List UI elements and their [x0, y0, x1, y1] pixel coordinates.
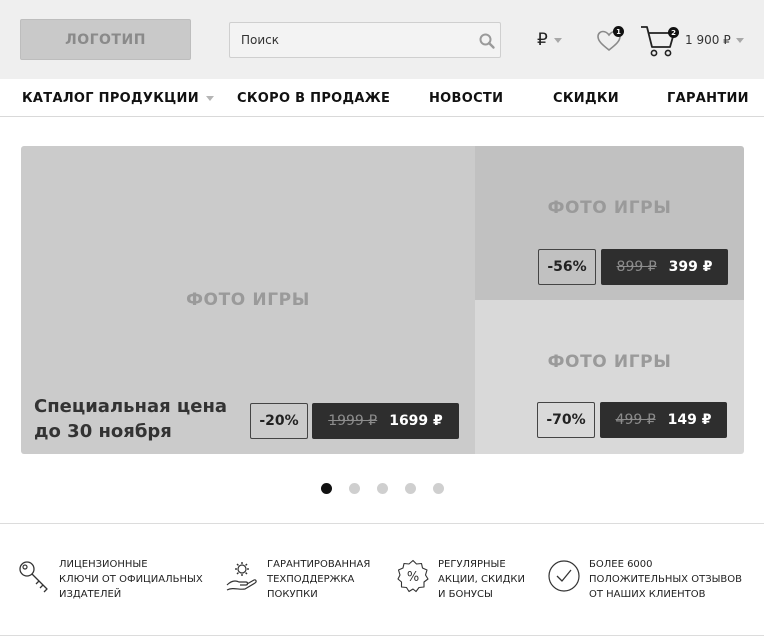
game-photo-placeholder: ФОТО ИГРЫ — [547, 352, 672, 372]
nav-item-guarantees[interactable]: ГАРАНТИИ — [667, 91, 749, 106]
feature-text: БОЛЕЕ 6000 ПОЛОЖИТЕЛЬНЫХ ОТЗЫВОВ ОТ НАШИ… — [589, 559, 743, 600]
nav-item-label: ГАРАНТИИ — [667, 91, 749, 106]
feature-text: ЛИЦЕНЗИОННЫЕ КЛЮЧИ ОТ ОФИЦИАЛЬНЫХ ИЗДАТЕ… — [59, 559, 203, 600]
feature-text: ГАРАНТИРОВАННАЯ ТЕХПОДДЕРЖКА ПОКУПКИ — [267, 559, 371, 600]
old-price: 499 ₽ — [615, 412, 656, 428]
main-nav: КАТАЛОГ ПРОДУКЦИИ СКОРО В ПРОДАЖЕ НОВОСТ… — [0, 79, 764, 117]
favorites-button[interactable]: 1 — [596, 26, 624, 53]
game-photo-placeholder: ФОТО ИГРЫ — [186, 290, 310, 310]
nav-item-catalog[interactable]: КАТАЛОГ ПРОДУКЦИИ — [22, 91, 214, 106]
nav-item-label: СКОРО В ПРОДАЖЕ — [237, 91, 391, 106]
divider — [0, 635, 764, 636]
currency-symbol: ₽ — [537, 30, 548, 50]
favorites-count-badge: 1 — [613, 26, 624, 37]
promo-title-line: Специальная цена — [34, 396, 228, 417]
promo-title: Специальная цена до 30 ноября — [34, 394, 227, 444]
carousel-dot[interactable] — [433, 483, 444, 494]
nav-item-news[interactable]: НОВОСТИ — [429, 91, 503, 106]
support-hand-gear-icon — [226, 562, 257, 591]
search-input[interactable] — [230, 23, 470, 57]
game-photo-placeholder: ФОТО ИГРЫ — [547, 198, 672, 218]
old-price: 899 ₽ — [616, 259, 657, 275]
price-button[interactable]: 1999 ₽ 1699 ₽ — [312, 403, 459, 439]
price-button[interactable]: 499 ₽ 149 ₽ — [600, 402, 727, 438]
carousel-dot[interactable] — [349, 483, 360, 494]
feature-support: ГАРАНТИРОВАННАЯ ТЕХПОДДЕРЖКА ПОКУПКИ — [225, 557, 370, 602]
promo-banner: ФОТО ИГРЫ Специальная цена до 30 ноября … — [21, 146, 744, 454]
percent-badge-icon: % — [397, 559, 429, 593]
nav-item-label: СКИДКИ — [553, 91, 619, 106]
discount-badge: -56% — [538, 249, 596, 285]
currency-selector[interactable]: ₽ — [537, 30, 562, 50]
carousel-dot[interactable] — [405, 483, 416, 494]
chevron-down-icon — [553, 37, 562, 43]
new-price: 399 ₽ — [668, 259, 713, 275]
cart-total[interactable]: 1 900 ₽ — [685, 33, 744, 47]
chevron-down-icon — [205, 96, 214, 101]
new-price: 1699 ₽ — [389, 413, 443, 429]
carousel-dot[interactable] — [321, 483, 332, 494]
svg-text:%: % — [407, 570, 419, 585]
search-icon[interactable] — [478, 32, 496, 50]
logo[interactable]: ЛОГОТИП — [20, 19, 191, 60]
divider — [0, 523, 764, 524]
feature-text: РЕГУЛЯРНЫЕ АКЦИИ, СКИДКИ И БОНУСЫ — [438, 559, 525, 600]
header-bar: ЛОГОТИП ₽ 1 2 1 900 ₽ — [0, 0, 764, 79]
key-icon — [19, 561, 48, 593]
price-button[interactable]: 899 ₽ 399 ₽ — [601, 249, 728, 285]
old-price: 1999 ₽ — [328, 413, 378, 429]
feature-reviews: БОЛЕЕ 6000 ПОЛОЖИТЕЛЬНЫХ ОТЗЫВОВ ОТ НАШИ… — [547, 557, 742, 602]
new-price: 149 ₽ — [667, 412, 712, 428]
nav-item-label: КАТАЛОГ ПРОДУКЦИИ — [22, 91, 199, 106]
check-circle-icon — [548, 560, 580, 592]
carousel-dot[interactable] — [377, 483, 388, 494]
search-box — [229, 22, 501, 58]
discount-badge: -70% — [537, 402, 595, 438]
cart-count-badge: 2 — [668, 27, 679, 38]
promo-title-line: до 30 ноября — [34, 421, 172, 442]
nav-item-discounts[interactable]: СКИДКИ — [553, 91, 619, 106]
cart-total-amount: 1 900 ₽ — [685, 33, 731, 47]
nav-item-soon[interactable]: СКОРО В ПРОДАЖЕ — [237, 91, 390, 106]
cart-button[interactable]: 2 — [640, 24, 679, 58]
discount-badge: -20% — [250, 403, 308, 439]
feature-promotions: % РЕГУЛЯРНЫЕ АКЦИИ, СКИДКИ И БОНУСЫ — [396, 557, 525, 602]
chevron-down-icon — [735, 37, 744, 43]
feature-licensed-keys: ЛИЦЕНЗИОННЫЕ КЛЮЧИ ОТ ОФИЦИАЛЬНЫХ ИЗДАТЕ… — [17, 557, 203, 602]
nav-item-label: НОВОСТИ — [429, 91, 504, 106]
